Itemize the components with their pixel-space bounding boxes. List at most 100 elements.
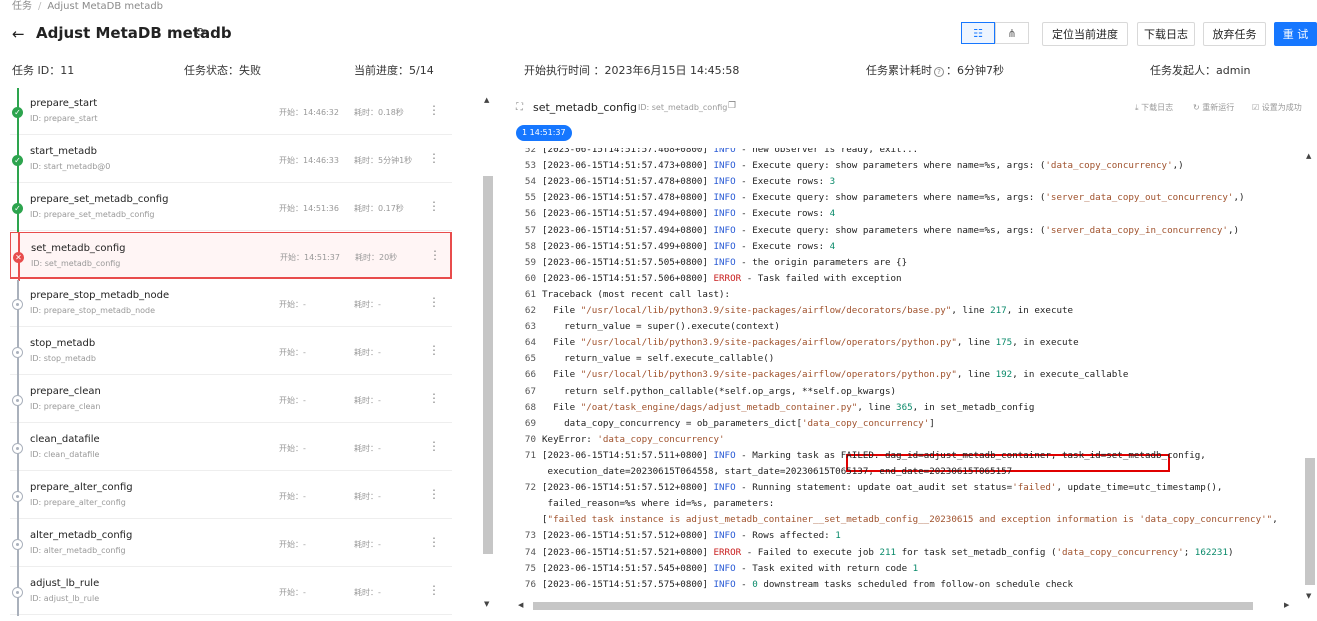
task-item[interactable]: prepare_alter_config ID: prepare_alter_co…	[10, 472, 452, 520]
task-name: clean_datafile	[30, 434, 100, 445]
log-line-text: [2023-06-15T14:51:57.494+0800] INFO - Ex…	[542, 224, 1240, 236]
log-vscroll-thumb[interactable]	[1305, 458, 1315, 585]
task-item[interactable]: stop_metadb ID: stop_metadb 开始：- 耗时：- ⋮	[10, 328, 452, 376]
log-line-text: [2023-06-15T14:51:57.499+0800] INFO - Ex…	[542, 240, 836, 252]
task-id-label: ID: clean_datafile	[30, 450, 100, 459]
task-elapsed-time: 耗时：-	[354, 396, 381, 405]
log-scroll-right-arrow-icon[interactable]: ▶	[1284, 601, 1289, 609]
more-options-icon[interactable]: ⋮	[428, 391, 440, 405]
breadcrumb-parent-link[interactable]: 任务	[12, 1, 32, 12]
log-scroll-up-arrow-icon[interactable]: ▲	[1306, 152, 1311, 160]
task-id: 任务 ID：11	[12, 64, 75, 77]
set-success-action[interactable]: ☑ 设置为成功	[1252, 102, 1302, 113]
abandon-task-button[interactable]: 放弃任务	[1203, 22, 1266, 46]
log-task-id: ID: set_metadb_config	[638, 103, 728, 112]
log-line-text: return self.python_callable(*self.op_arg…	[542, 385, 897, 397]
log-horizontal-scrollbar[interactable]: ◀ ▶	[518, 599, 1293, 613]
task-list: ✓ prepare_start ID: prepare_start 开始：14:46:…	[10, 88, 453, 621]
log-line: ["failed task instance is adjust_metadb_…	[514, 512, 1278, 528]
log-line-text: [2023-06-15T14:51:57.575+0800] INFO - 0 …	[542, 578, 1074, 590]
more-options-icon[interactable]: ⋮	[428, 487, 440, 501]
log-line-text: [2023-06-15T14:51:57.494+0800] INFO - Ex…	[542, 208, 836, 220]
help-icon[interactable]: ?	[934, 67, 944, 77]
log-line-number: 68	[524, 401, 536, 413]
scrollbar-thumb[interactable]	[483, 176, 493, 554]
task-start-time: 开始：14:51:37	[280, 253, 340, 262]
log-line-text: [2023-06-15T14:51:57.478+0800] INFO - Ex…	[542, 192, 1245, 204]
task-elapsed: 任务累计耗时? ：6分钟7秒	[866, 62, 1004, 78]
log-line-number: 53	[524, 160, 536, 172]
log-line-number: 52	[524, 148, 536, 155]
log-line-text: failed_reason=%s where id=%s, parameters…	[542, 498, 775, 510]
task-start-time: 开始：-	[279, 300, 306, 309]
more-options-icon[interactable]: ⋮	[428, 103, 440, 117]
locate-progress-button[interactable]: 定位当前进度	[1042, 22, 1128, 46]
task-item[interactable]: ✓ start_metadb ID: start_metadb@0 开始：14:46:…	[10, 136, 452, 184]
graph-view-icon[interactable]: ⋔	[995, 22, 1029, 44]
log-hscroll-thumb[interactable]	[533, 602, 1253, 610]
task-elapsed-time: 耗时：-	[354, 444, 381, 453]
task-id-label: ID: stop_metadb	[30, 354, 96, 363]
more-options-icon[interactable]: ⋮	[428, 151, 440, 165]
expand-icon[interactable]: ⛶	[516, 102, 523, 113]
scroll-up-arrow-icon[interactable]: ▲	[484, 96, 489, 104]
log-line: 67 return self.python_callable(*self.op_…	[514, 384, 896, 400]
refresh-icon[interactable]: ⟳	[196, 25, 206, 39]
log-line: 75 [2023-06-15T14:51:57.545+0800] INFO - …	[514, 561, 918, 577]
task-item[interactable]: prepare_stop_metadb_node ID: prepare_stop…	[10, 280, 452, 328]
log-scroll-left-arrow-icon[interactable]: ◀	[518, 601, 523, 609]
task-name: alter_metadb_config	[30, 530, 133, 541]
back-arrow-icon[interactable]: ←	[12, 25, 25, 43]
log-download-action[interactable]: ⤓ 下载日志	[1135, 102, 1173, 113]
task-list-scrollbar[interactable]: ▲ ▼	[481, 96, 495, 611]
log-line-text: [2023-06-15T14:51:57.478+0800] INFO - Ex…	[542, 176, 836, 188]
task-initiator: 任务发起人：admin	[1150, 64, 1251, 77]
task-item[interactable]: alter_metadb_config ID: alter_metadb_conf…	[10, 520, 452, 568]
attempt-tag[interactable]: 1 14:51:37	[516, 125, 572, 141]
task-elapsed-time: 耗时：-	[354, 588, 381, 597]
log-line-text: return_value = self.execute_callable()	[542, 353, 775, 365]
more-options-icon[interactable]: ⋮	[428, 535, 440, 549]
elapsed-label: 任务累计耗时	[866, 64, 932, 77]
task-elapsed-time: 耗时：0.17秒	[354, 204, 404, 213]
log-line-text: [2023-06-15T14:51:57.468+0800] INFO - ne…	[542, 148, 919, 155]
log-line-number: 58	[524, 240, 536, 252]
task-id-label: ID: prepare_set_metadb_config	[30, 210, 155, 219]
copy-icon[interactable]: ❐	[728, 101, 736, 111]
log-line-number: 70	[524, 433, 536, 445]
task-name: prepare_alter_config	[30, 482, 133, 493]
scroll-down-arrow-icon[interactable]: ▼	[484, 600, 489, 608]
list-view-icon[interactable]: ☷	[961, 22, 995, 44]
more-options-icon[interactable]: ⋮	[428, 343, 440, 357]
task-item[interactable]: ✓ prepare_set_metadb_config ID: prepare_se…	[10, 184, 452, 232]
more-options-icon[interactable]: ⋮	[428, 439, 440, 453]
log-line-number: 64	[524, 337, 536, 349]
log-line: 76 [2023-06-15T14:51:57.575+0800] INFO - …	[514, 577, 1073, 593]
log-vertical-scrollbar[interactable]: ▲ ▼	[1303, 152, 1317, 602]
retry-button[interactable]: 重 试	[1274, 22, 1317, 46]
task-item[interactable]: ✓ prepare_start ID: prepare_start 开始：14:46:…	[10, 88, 452, 136]
log-scroll-down-arrow-icon[interactable]: ▼	[1306, 592, 1311, 600]
more-options-icon[interactable]: ⋮	[428, 583, 440, 597]
log-line-number: 71	[524, 449, 536, 461]
task-item[interactable]: clean_datafile ID: clean_datafile 开始：- 耗时：-…	[10, 424, 452, 472]
more-options-icon[interactable]: ⋮	[428, 295, 440, 309]
task-name: prepare_clean	[30, 386, 101, 397]
task-start-time: 开始：-	[279, 492, 306, 501]
rerun-action[interactable]: ↻ 重新运行	[1193, 102, 1234, 113]
elapsed-value: ：6分钟7秒	[946, 64, 1004, 77]
more-options-icon[interactable]: ⋮	[429, 248, 441, 262]
task-elapsed-time: 耗时：20秒	[355, 253, 398, 262]
task-item[interactable]: adjust_lb_rule ID: adjust_lb_rule 开始：- 耗时：-…	[10, 568, 452, 616]
task-item[interactable]: prepare_clean ID: prepare_clean 开始：- 耗时：- ⋮	[10, 376, 452, 424]
log-line-text: [2023-06-15T14:51:57.545+0800] INFO - Ta…	[542, 562, 919, 574]
breadcrumb-current: Adjust MetaDB metadb	[47, 1, 164, 12]
task-item[interactable]: ✕ set_metadb_config ID: set_metadb_config 开…	[10, 232, 452, 281]
task-name: prepare_start	[30, 98, 98, 109]
more-options-icon[interactable]: ⋮	[428, 199, 440, 213]
task-start-time: 开始：-	[279, 444, 306, 453]
download-log-button[interactable]: 下载日志	[1137, 22, 1195, 46]
log-line-number: 67	[524, 385, 536, 397]
log-line: 59 [2023-06-15T14:51:57.505+0800] INFO - …	[514, 255, 907, 271]
task-id-label: ID: set_metadb_config	[31, 259, 121, 268]
